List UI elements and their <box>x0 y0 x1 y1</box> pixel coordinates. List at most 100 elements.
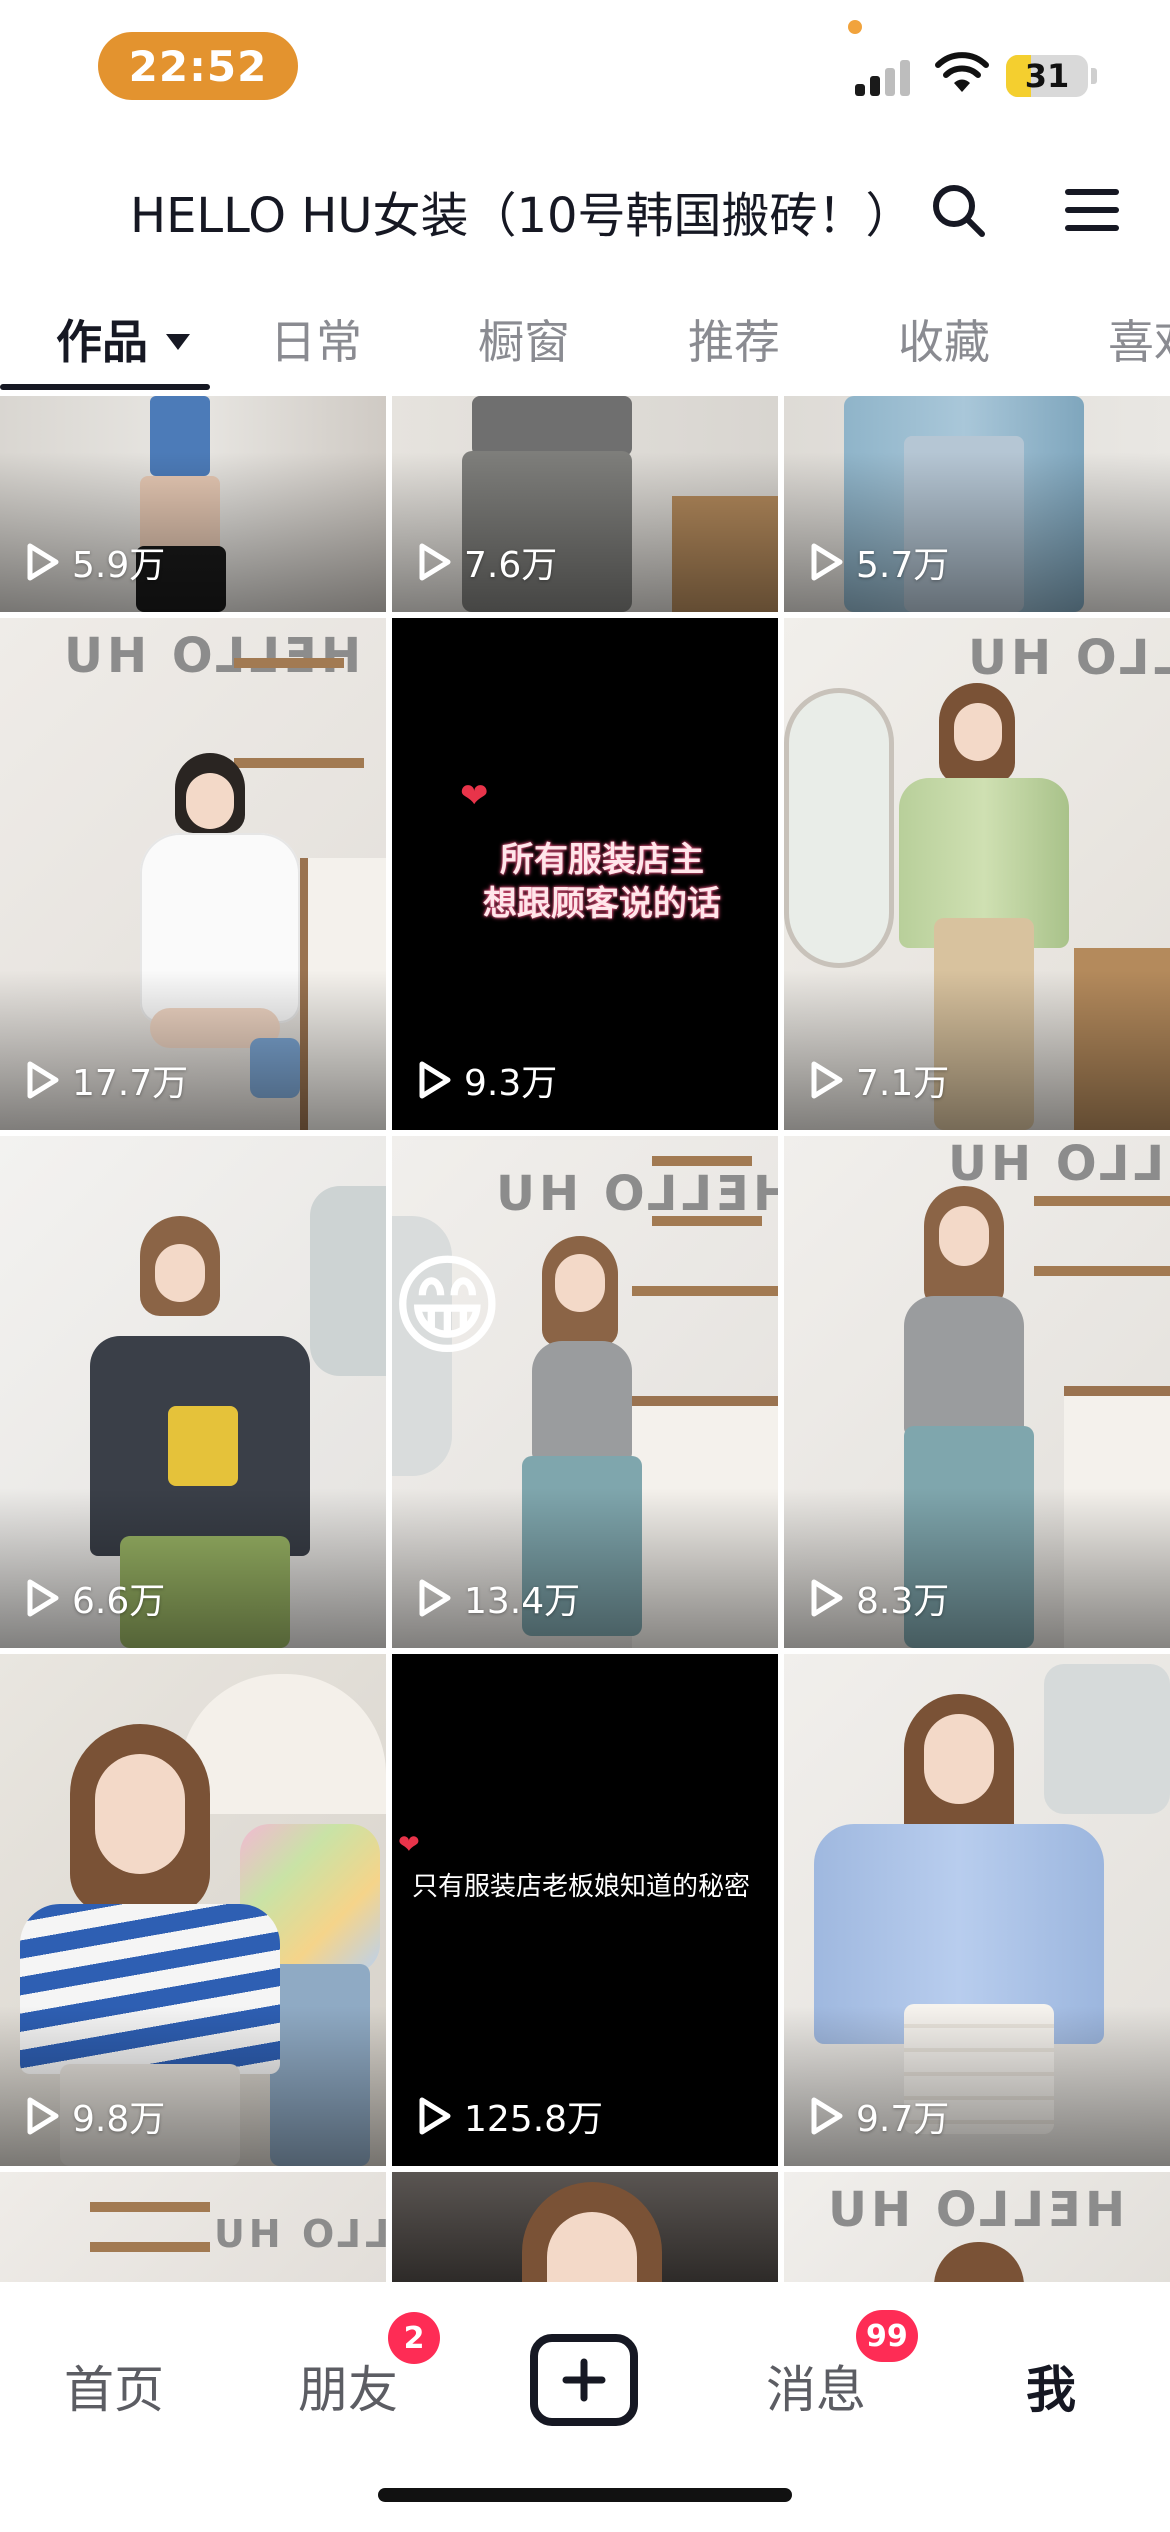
video-thumbnail[interactable]: 9.7万 <box>784 1654 1170 2166</box>
play-icon <box>419 543 451 581</box>
mirror <box>1044 1664 1170 1814</box>
shelf <box>1034 1266 1170 1276</box>
tab-works[interactable]: 作品 <box>56 306 190 372</box>
mirror <box>310 1186 386 1376</box>
play-icon <box>811 1579 843 1617</box>
video-thumbnail[interactable]: HELLO HU <box>0 2172 386 2286</box>
video-thumbnail[interactable]: ❤ 所有服装店主 想跟顾客说的话 9.3万 <box>392 618 778 1130</box>
shelf <box>90 2242 210 2252</box>
tab-recommend[interactable]: 推荐 <box>688 306 780 372</box>
video-thumbnail[interactable]: HELLO HU <box>784 2172 1170 2286</box>
play-icon <box>419 2097 451 2135</box>
tab-showcase[interactable]: 橱窗 <box>478 306 570 372</box>
nav-me[interactable]: 我 <box>1026 2350 1076 2422</box>
view-count: 7.6万 <box>418 536 557 588</box>
video-thumbnail[interactable]: 7.6万 <box>392 396 778 612</box>
person-figure <box>472 396 632 456</box>
gray-top-figure <box>532 1341 632 1461</box>
home-indicator[interactable] <box>378 2488 792 2502</box>
create-video-button[interactable] <box>530 2334 638 2426</box>
view-count-text: 13.4万 <box>464 1581 581 1622</box>
shelf <box>90 2202 210 2212</box>
person-face <box>186 773 234 829</box>
person-face <box>155 1244 205 1302</box>
battery-tip <box>1091 68 1097 84</box>
person-face <box>95 1754 185 1874</box>
view-count-text: 7.6万 <box>464 545 558 586</box>
plus-icon <box>562 2358 606 2402</box>
video-thumbnail[interactable]: 6.6万 <box>0 1136 386 1648</box>
view-count-text: 5.9万 <box>72 545 166 586</box>
video-grid: 5.9万 7.6万 5.7万 HELLO HU 17.7万 ❤ 所有服装店主 想… <box>0 396 1170 2286</box>
arch-wall <box>180 1674 386 1814</box>
thumbnail-shade <box>392 452 778 612</box>
person-hair <box>934 2242 1024 2286</box>
video-thumbnail[interactable]: HELLO HU 😁 13.4万 <box>392 1136 778 1648</box>
view-count: 9.8万 <box>26 2090 165 2142</box>
play-icon <box>811 2097 843 2135</box>
thumbnail-shade <box>0 452 386 612</box>
thumbnail-shade <box>784 2006 1170 2166</box>
heart-icon: ❤ <box>460 776 489 816</box>
nav-messages[interactable]: 消息 <box>766 2350 866 2422</box>
view-count: 9.7万 <box>810 2090 949 2142</box>
nav-friends[interactable]: 朋友 <box>298 2350 398 2422</box>
hamburger-menu-icon[interactable] <box>1062 180 1122 240</box>
video-thumbnail[interactable]: 5.7万 <box>784 396 1170 612</box>
view-count: 5.7万 <box>810 536 949 588</box>
video-thumbnail[interactable]: 5.9万 <box>0 396 386 612</box>
thumbnail-shade <box>0 1488 386 1648</box>
thumbnail-shade <box>392 1488 778 1648</box>
thumbnail-shade <box>0 970 386 1130</box>
view-count: 6.6万 <box>26 1572 165 1624</box>
thumbnail-shade <box>784 1488 1170 1648</box>
play-icon <box>27 1061 59 1099</box>
video-thumbnail[interactable]: HELLO HU 7.1万 <box>784 618 1170 1130</box>
wall-sign-text: HELLO HU <box>944 1136 1170 1192</box>
person-face <box>924 1714 994 1804</box>
view-count: 17.7万 <box>26 1054 188 1106</box>
shelf <box>234 658 344 668</box>
view-count-text: 9.3万 <box>464 1063 558 1104</box>
view-count-text: 9.7万 <box>856 2099 950 2140</box>
profile-tabs: 作品 日常 橱窗 推荐 收藏 喜欢 <box>0 290 1170 390</box>
tab-daily[interactable]: 日常 <box>270 306 362 372</box>
search-icon[interactable] <box>928 180 988 240</box>
active-tab-indicator <box>0 384 210 390</box>
view-count: 125.8万 <box>418 2090 603 2142</box>
wall-sign-text: HELLO HU <box>210 2212 386 2256</box>
view-count-text: 8.3万 <box>856 1581 950 1622</box>
view-count-text: 7.1万 <box>856 1063 950 1104</box>
view-count: 5.9万 <box>26 536 165 588</box>
video-thumbnail[interactable]: HELLO HU 17.7万 <box>0 618 386 1130</box>
play-icon <box>27 543 59 581</box>
video-thumbnail[interactable] <box>392 2172 778 2286</box>
wall-sign-text: HELLO HU <box>964 630 1170 686</box>
mirror <box>784 688 894 968</box>
view-count-text: 125.8万 <box>464 2099 604 2140</box>
video-thumbnail[interactable]: 9.8万 <box>0 1654 386 2166</box>
nav-home[interactable]: 首页 <box>64 2350 164 2422</box>
privacy-indicator-dot <box>848 20 862 34</box>
chevron-down-icon <box>166 333 190 350</box>
wall-sign-text: HELLO HU <box>60 628 362 684</box>
status-bar: 22:52 31 <box>0 0 1170 130</box>
battery-percent: 31 <box>1024 57 1070 95</box>
tshirt-print <box>168 1406 238 1486</box>
tab-likes[interactable]: 喜欢 <box>1108 306 1170 372</box>
view-count: 8.3万 <box>810 1572 949 1624</box>
video-caption: 只有服装店老板娘知道的秘密 <box>412 1872 751 1902</box>
view-count-text: 17.7万 <box>72 1063 189 1104</box>
view-count: 7.1万 <box>810 1054 949 1106</box>
view-count-text: 5.7万 <box>856 545 950 586</box>
shelf <box>234 758 364 768</box>
status-time[interactable]: 22:52 <box>98 32 298 100</box>
video-thumbnail[interactable]: ❤ 只有服装店老板娘知道的秘密 125.8万 <box>392 1654 778 2166</box>
thumbnail-shade <box>784 970 1170 1130</box>
tab-favorites[interactable]: 收藏 <box>898 306 990 372</box>
video-thumbnail[interactable]: HELLO HU 8.3万 <box>784 1136 1170 1648</box>
shelf <box>652 1216 762 1226</box>
view-count: 13.4万 <box>418 1572 580 1624</box>
play-icon <box>27 2097 59 2135</box>
grin-emoji-sticker: 😁 <box>392 1242 505 1370</box>
